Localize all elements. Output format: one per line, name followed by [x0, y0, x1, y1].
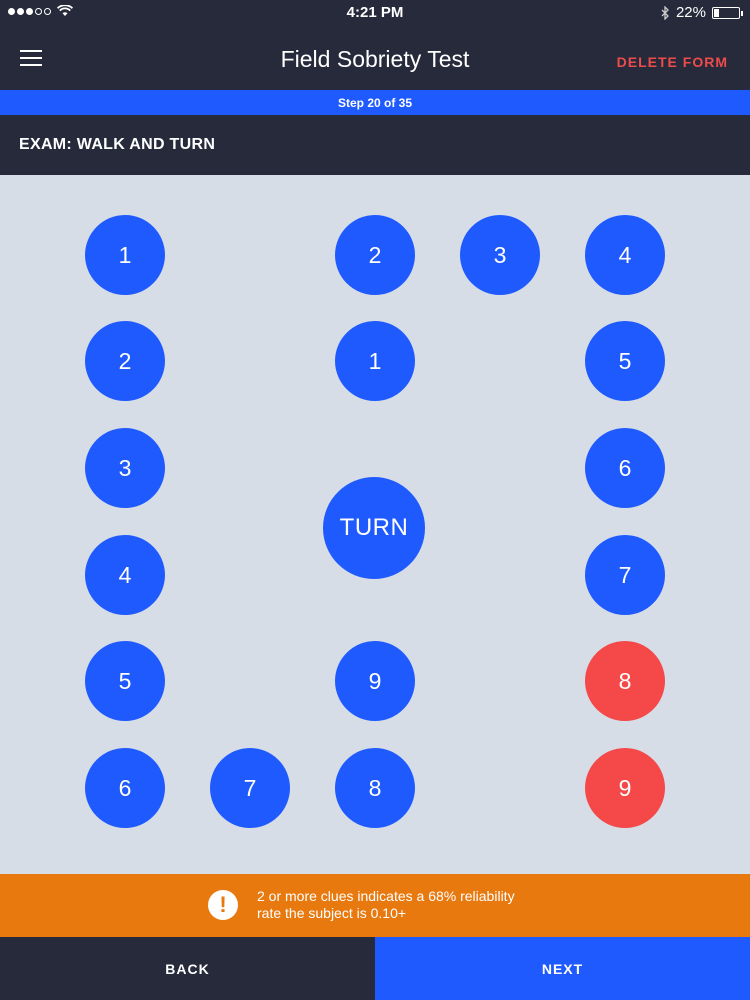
return-step-4[interactable]: 4: [585, 215, 665, 295]
return-step-3[interactable]: 3: [460, 215, 540, 295]
outbound-step-7[interactable]: 7: [210, 748, 290, 828]
return-step-7[interactable]: 7: [585, 535, 665, 615]
battery-icon: [712, 6, 743, 19]
alert-icon: !: [208, 890, 238, 920]
outbound-step-9[interactable]: 9: [335, 641, 415, 721]
battery-percent: 22%: [675, 4, 706, 21]
notice-line-2: rate the subject is 0.10+: [257, 905, 407, 921]
bluetooth-icon: [661, 5, 669, 20]
notice-line-1: 2 or more clues indicates a 68% reliabil…: [257, 888, 515, 904]
outbound-step-2[interactable]: 2: [85, 321, 165, 401]
notice-text: 2 or more clues indicates a 68% reliabil…: [257, 888, 577, 922]
outbound-step-1[interactable]: 1: [85, 215, 165, 295]
footer-nav: BACK NEXT: [0, 937, 750, 1000]
return-step-9-clue[interactable]: 9: [585, 748, 665, 828]
walk-and-turn-board: 1 2 3 4 5 6 7 8 9 TURN 1 2 3 4 5 6 7 8 9: [0, 175, 750, 874]
outbound-step-5[interactable]: 5: [85, 641, 165, 721]
outbound-step-3[interactable]: 3: [85, 428, 165, 508]
reliability-notice: ! 2 or more clues indicates a 68% reliab…: [0, 874, 750, 937]
exam-title: EXAM: WALK AND TURN: [19, 136, 216, 153]
outbound-step-4[interactable]: 4: [85, 535, 165, 615]
outbound-step-6[interactable]: 6: [85, 748, 165, 828]
battery-level: [714, 8, 720, 17]
next-button[interactable]: NEXT: [375, 937, 750, 1000]
return-step-2[interactable]: 2: [335, 215, 415, 295]
status-time: 4:21 PM: [346, 4, 404, 21]
return-step-6[interactable]: 6: [585, 428, 665, 508]
return-step-8-clue[interactable]: 8: [585, 641, 665, 721]
progress-bar: Step 20 of 35: [0, 90, 750, 115]
turn-button[interactable]: TURN: [323, 477, 425, 579]
step-indicator: Step 20 of 35: [337, 96, 413, 110]
outbound-step-8[interactable]: 8: [335, 748, 415, 828]
back-button[interactable]: BACK: [0, 937, 375, 1000]
delete-form-button[interactable]: DELETE FORM: [617, 54, 728, 70]
section-header: EXAM: WALK AND TURN: [0, 115, 750, 175]
status-bar: 4:21 PM 22%: [0, 0, 750, 26]
app-header: Field Sobriety Test DELETE FORM: [0, 26, 750, 90]
return-step-1[interactable]: 1: [335, 321, 415, 401]
return-step-5[interactable]: 5: [585, 321, 665, 401]
